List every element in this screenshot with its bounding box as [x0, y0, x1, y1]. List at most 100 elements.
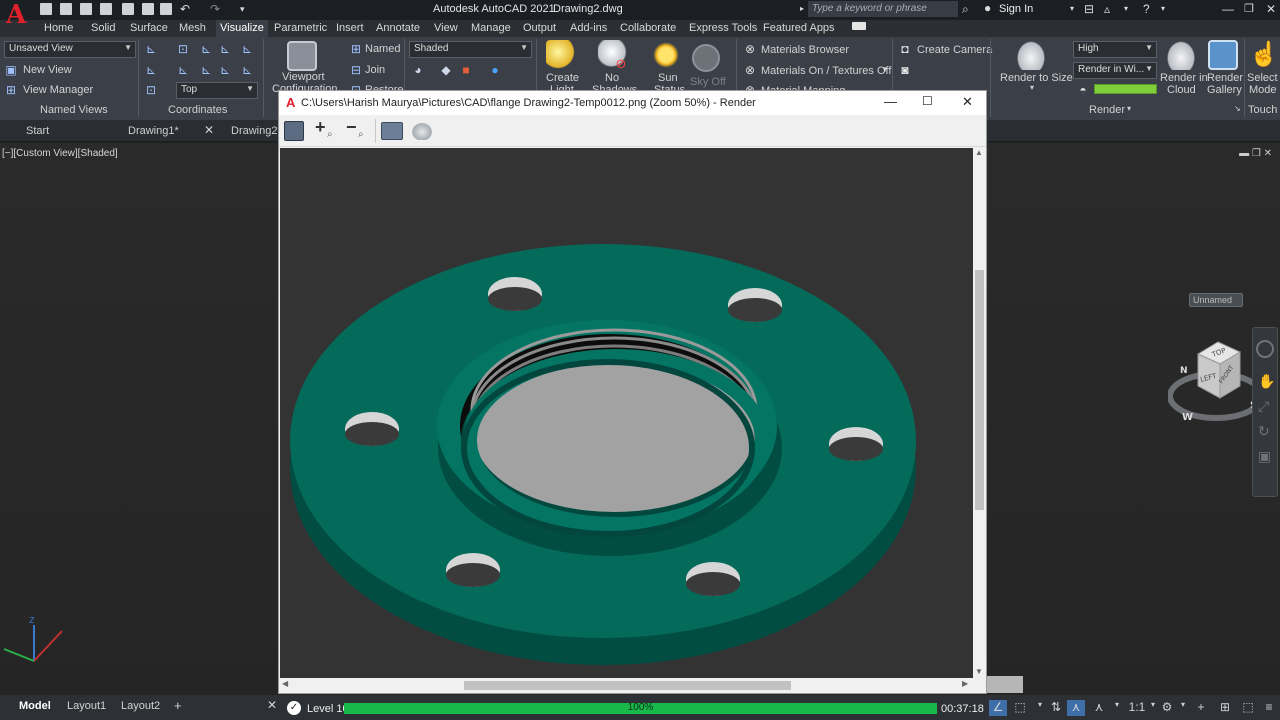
- sign-in-dropdown-icon[interactable]: ▾: [1070, 4, 1074, 13]
- selection-cycling-icon[interactable]: ⬚: [1011, 700, 1029, 716]
- render-quality-combo[interactable]: High ▼: [1073, 41, 1157, 58]
- sign-in-link[interactable]: Sign In: [999, 3, 1033, 15]
- tab-parametric[interactable]: Parametric: [274, 22, 327, 34]
- tab-insert[interactable]: Insert: [336, 22, 364, 34]
- tab-visualize[interactable]: Visualize: [216, 20, 268, 37]
- add-layout-icon[interactable]: +: [174, 698, 182, 713]
- save-web-icon[interactable]: [142, 3, 154, 15]
- new-file-icon[interactable]: [40, 3, 52, 15]
- viewport-window-controls[interactable]: ▬ ❐ ✕: [1239, 148, 1272, 159]
- render-teapot-icon[interactable]: [1016, 40, 1046, 70]
- viewport-configuration-icon[interactable]: [287, 41, 317, 71]
- ucs-combo[interactable]: Top ▼: [176, 82, 258, 99]
- render-environment-icon[interactable]: ◓: [1076, 83, 1090, 97]
- steering-wheel-icon[interactable]: [1256, 340, 1274, 358]
- scroll-down-icon[interactable]: ▼: [975, 667, 983, 676]
- zoom-extents-icon[interactable]: ⤢: [1258, 398, 1269, 415]
- tab-solid[interactable]: Solid: [91, 22, 115, 34]
- visual-style-combo[interactable]: Shaded ▼: [409, 41, 532, 58]
- layout-tab-layout1[interactable]: Layout1: [67, 700, 106, 712]
- render-window-title-bar[interactable]: A C:\Users\Harish Maurya\Pictures\CAD\fl…: [279, 91, 986, 115]
- named-viewports-button[interactable]: Named: [365, 43, 400, 55]
- tab-express-tools[interactable]: Express Tools: [689, 22, 757, 34]
- save-render-icon[interactable]: [284, 121, 304, 141]
- layout-tab-layout2[interactable]: Layout2: [121, 700, 160, 712]
- file-tab-drawing2[interactable]: Drawing2*: [231, 125, 282, 137]
- environment-icon[interactable]: ●: [488, 63, 502, 77]
- camera-snapshot-icon[interactable]: ◙: [898, 63, 912, 77]
- showmotion-icon[interactable]: ▣: [1258, 448, 1271, 465]
- render-gallery-icon[interactable]: [1208, 40, 1238, 70]
- file-tab-start[interactable]: Start: [26, 125, 49, 137]
- select-mode-label2[interactable]: Mode: [1249, 84, 1277, 96]
- zoom-out-icon[interactable]: −: [346, 117, 357, 138]
- annotation-visibility-icon[interactable]: ⋏: [1067, 700, 1085, 716]
- ucs-x-icon[interactable]: ⊾: [240, 63, 254, 77]
- fullscreen-icon[interactable]: ⬚: [1239, 700, 1257, 716]
- autodesk-app-store-icon[interactable]: ⊟: [1084, 2, 1094, 16]
- scroll-up-icon[interactable]: ▲: [975, 148, 983, 157]
- ribbon-minimize-icon[interactable]: [852, 22, 866, 30]
- render-close-icon[interactable]: ✕: [962, 94, 973, 110]
- panel-launcher-icon[interactable]: ↘: [1234, 104, 1241, 113]
- 3d-osnap-icon[interactable]: ⇅: [1047, 700, 1065, 716]
- edge-style-icon[interactable]: ◕: [411, 63, 425, 77]
- new-view-button[interactable]: New View: [23, 64, 72, 76]
- help-icon[interactable]: ?: [1143, 2, 1150, 16]
- save-icon[interactable]: [80, 3, 92, 15]
- stay-connected-icon[interactable]: ▾: [1124, 4, 1128, 13]
- x-ray-icon[interactable]: ■: [459, 63, 473, 77]
- tab-output[interactable]: Output: [523, 22, 556, 34]
- render-to-size-button[interactable]: Render to Size: [1000, 72, 1073, 84]
- autocad-logo[interactable]: A: [6, 2, 28, 30]
- tab-collaborate[interactable]: Collaborate: [620, 22, 676, 34]
- open-web-icon[interactable]: [122, 3, 134, 15]
- tab-home[interactable]: Home: [44, 22, 73, 34]
- viewport-controls-label[interactable]: [−][Custom View][Shaded]: [2, 148, 118, 159]
- named-ucs-menu[interactable]: Unnamed: [1189, 293, 1243, 307]
- chevron-down-icon[interactable]: ▾: [1108, 700, 1126, 716]
- render-gallery-label[interactable]: Render: [1207, 72, 1243, 84]
- tab-mesh[interactable]: Mesh: [179, 22, 206, 34]
- file-tab-drawing1[interactable]: Drawing1*: [128, 125, 179, 137]
- render-maximize-icon[interactable]: ☐: [922, 94, 933, 108]
- a360-icon[interactable]: ▵: [1104, 2, 1110, 16]
- render-exposure-slider[interactable]: [1094, 84, 1157, 94]
- sun-status-label[interactable]: Sun: [658, 72, 678, 84]
- render-again-icon[interactable]: [411, 122, 433, 140]
- render-in-cloud-label[interactable]: Render in: [1160, 72, 1208, 84]
- render-gallery-label2[interactable]: Gallery: [1207, 84, 1242, 96]
- ucs-icon[interactable]: ⊾: [144, 42, 158, 56]
- tab-view[interactable]: View: [434, 22, 458, 34]
- render-minimize-icon[interactable]: —: [884, 94, 897, 109]
- tab-add-ins[interactable]: Add-ins: [570, 22, 607, 34]
- render-in-cloud-label2[interactable]: Cloud: [1167, 84, 1196, 96]
- render-horizontal-scrollbar[interactable]: ◀ ▶: [280, 678, 973, 692]
- materials-browser-button[interactable]: Materials Browser: [761, 44, 849, 56]
- sky-off-icon[interactable]: [692, 44, 720, 72]
- ucs-face-icon[interactable]: ⊾: [218, 63, 232, 77]
- tab-featured-apps[interactable]: Featured Apps: [763, 22, 835, 34]
- ucs-z-axis-icon[interactable]: ⊾: [218, 42, 232, 56]
- select-mode-label[interactable]: Select: [1247, 72, 1278, 84]
- scroll-left-icon[interactable]: ◀: [282, 679, 288, 688]
- tab-surface[interactable]: Surface: [130, 22, 168, 34]
- create-light-icon[interactable]: [546, 40, 576, 70]
- tab-manage[interactable]: Manage: [471, 22, 511, 34]
- command-line-close-icon[interactable]: ✕: [267, 698, 277, 712]
- close-icon[interactable]: ✕: [1266, 2, 1276, 16]
- plot-icon[interactable]: [160, 3, 172, 15]
- auto-scale-icon[interactable]: ⋏: [1090, 700, 1108, 716]
- save-as-icon[interactable]: [100, 3, 112, 15]
- sun-status-icon[interactable]: [651, 40, 681, 70]
- ucs-3point-icon[interactable]: ⊾: [240, 42, 254, 56]
- search-input[interactable]: Type a keyword or phrase: [808, 1, 958, 17]
- qat-customize-icon[interactable]: ▾: [240, 4, 245, 15]
- no-shadows-label[interactable]: No: [605, 72, 619, 84]
- create-camera-button[interactable]: Create Camera: [917, 44, 992, 56]
- ucs-icon-properties[interactable]: ⊾: [144, 63, 158, 77]
- face-style-icon[interactable]: ◆: [439, 63, 453, 77]
- isodraft-icon[interactable]: ∠: [989, 700, 1007, 716]
- scroll-right-icon[interactable]: ▶: [962, 679, 968, 688]
- minimize-icon[interactable]: —: [1222, 2, 1234, 16]
